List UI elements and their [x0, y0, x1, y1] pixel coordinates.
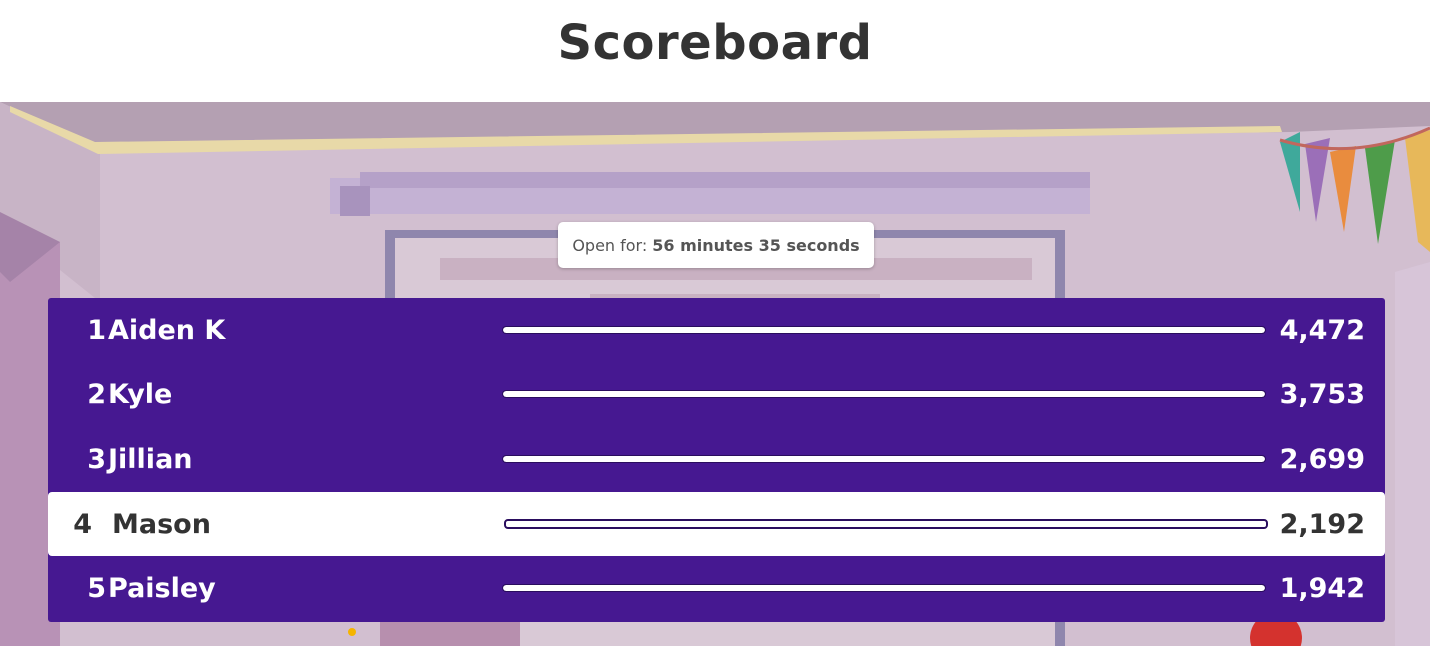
score-progress-bar — [502, 390, 1266, 398]
player-name: Kyle — [108, 378, 173, 410]
player-rank: 5 — [87, 572, 106, 604]
score-progress-bar — [504, 519, 1268, 529]
player-score: 3,753 — [1279, 378, 1365, 410]
leaderboard-row: 3 Jillian 2,699 — [48, 427, 1385, 491]
player-name: Mason — [112, 508, 211, 540]
player-score: 1,942 — [1279, 572, 1365, 604]
score-progress-fill — [503, 327, 1265, 333]
score-progress-fill — [503, 585, 1265, 591]
player-name: Paisley — [108, 572, 216, 604]
player-rank: 1 — [87, 314, 106, 346]
player-score: 4,472 — [1279, 314, 1365, 346]
score-progress-fill — [503, 391, 1265, 397]
score-progress-bar — [502, 584, 1266, 592]
player-name: Aiden K — [108, 314, 226, 346]
page-title: Scoreboard — [557, 15, 873, 71]
player-name: Jillian — [108, 443, 193, 475]
timer-value: 56 minutes 35 seconds — [652, 235, 860, 255]
score-progress-bar — [502, 455, 1266, 463]
player-score: 2,192 — [1279, 508, 1365, 540]
player-score: 2,699 — [1279, 443, 1365, 475]
timer-label: Open for: — [572, 235, 648, 255]
leaderboard-row: 5 Paisley 1,942 — [48, 556, 1385, 620]
score-progress-fill — [506, 521, 1266, 527]
player-rank: 2 — [87, 378, 106, 410]
open-timer: Open for: 56 minutes 35 seconds — [558, 222, 874, 268]
leaderboard-row: 1 Aiden K 4,472 — [48, 298, 1385, 362]
leaderboard: 1 Aiden K 4,472 2 Kyle 3,753 3 Jillian 2,699 4 Mas… — [48, 298, 1385, 622]
scoreboard-stage: Open for: 56 minutes 35 seconds 1 Aiden K… — [0, 102, 1430, 646]
player-rank: 4 — [73, 508, 92, 540]
player-rank: 3 — [87, 443, 106, 475]
score-progress-fill — [503, 456, 1265, 462]
score-progress-bar — [502, 326, 1266, 334]
leaderboard-row: 2 Kyle 3,753 — [48, 362, 1385, 426]
header: Scoreboard — [0, 0, 1430, 102]
leaderboard-row: 4 Mason 2,192 — [48, 492, 1385, 556]
